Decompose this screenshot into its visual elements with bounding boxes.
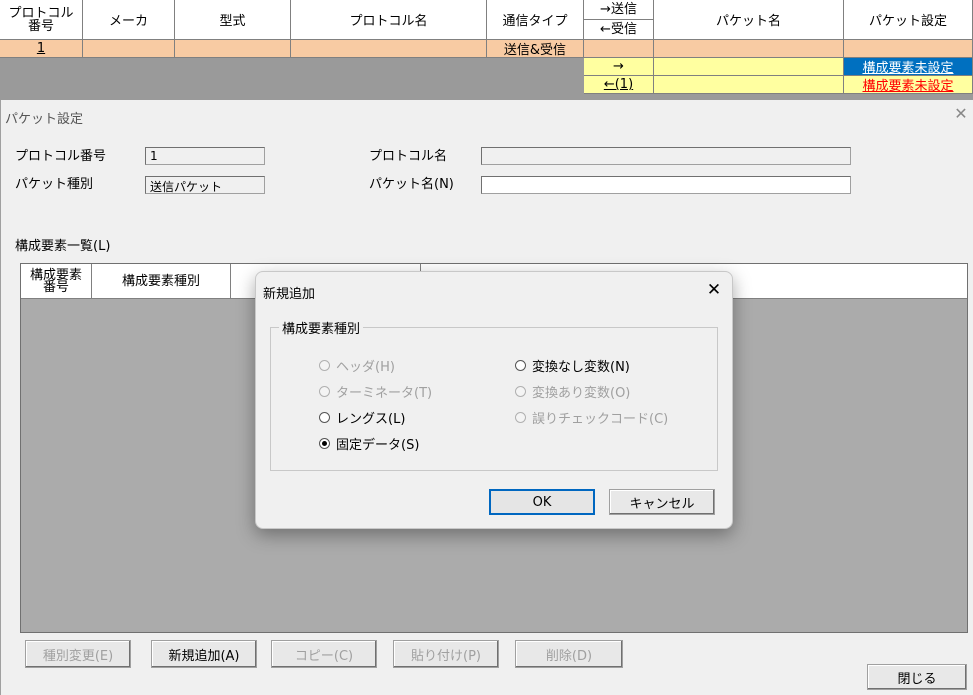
col-element-type[interactable]: 構成要素種別 — [92, 264, 231, 299]
header-protocol-name: プロトコル名 — [291, 0, 487, 40]
header-direction-send: →送信 — [584, 0, 653, 20]
radio-button-icon — [515, 360, 526, 371]
radio-button-selected-icon — [319, 438, 330, 449]
row1-model[interactable] — [175, 40, 291, 58]
radio-fixed-data-label: 固定データ(S) — [336, 438, 420, 453]
radio-var-conv-label: 変換あり変数(O) — [532, 386, 631, 401]
radio-button-icon — [319, 412, 330, 423]
row1-protocol-name[interactable] — [291, 40, 487, 58]
radio-var-no-conv[interactable]: 変換なし変数(N) — [515, 356, 630, 375]
header-model: 型式 — [175, 0, 291, 40]
paste-button[interactable]: 貼り付け(P) — [393, 640, 499, 668]
header-protocol-no: プロトコル 番号 — [0, 0, 83, 40]
header-comm-type: 通信タイプ — [487, 0, 584, 40]
row2-packet-name[interactable] — [654, 58, 844, 76]
element-type-group: 構成要素種別 ヘッダ(H) ターミネータ(T) レングス(L) 固定データ(S)… — [270, 318, 718, 471]
row1-protocol-no[interactable]: 1 — [0, 40, 83, 58]
change-type-button[interactable]: 種別変更(E) — [25, 640, 131, 668]
header-protocol-no-line1: プロトコル — [8, 5, 74, 21]
close-button[interactable]: 閉じる — [867, 664, 967, 690]
row1-packet-setting[interactable] — [844, 40, 973, 58]
radio-header-label: ヘッダ(H) — [336, 360, 395, 375]
row2-direction[interactable]: → — [584, 58, 654, 76]
col-element-no[interactable]: 構成要素 番号 — [21, 264, 92, 299]
cancel-button[interactable]: キャンセル — [609, 489, 715, 515]
radio-button-icon — [319, 360, 330, 371]
radio-header[interactable]: ヘッダ(H) — [319, 356, 395, 375]
radio-button-icon — [515, 386, 526, 397]
radio-var-no-conv-label: 変換なし変数(N) — [532, 360, 630, 375]
packet-name-label: パケット名(N) — [369, 177, 454, 192]
element-list-label: 構成要素一覧(L) — [15, 239, 111, 254]
packet-name-input[interactable] — [481, 176, 851, 194]
header-maker: メーカ — [83, 0, 175, 40]
radio-error-check-label: 誤りチェックコード(C) — [532, 412, 669, 427]
ok-button[interactable]: OK — [489, 489, 595, 515]
header-direction-receive: ←受信 — [600, 22, 637, 37]
row1-maker[interactable] — [83, 40, 175, 58]
radio-button-icon — [515, 412, 526, 423]
radio-length-label: レングス(L) — [336, 412, 406, 427]
col-element-no-line2: 番号 — [42, 279, 69, 295]
protocol-name-label: プロトコル名 — [369, 149, 448, 164]
radio-fixed-data[interactable]: 固定データ(S) — [319, 434, 419, 453]
element-type-group-label: 構成要素種別 — [279, 318, 364, 337]
radio-var-conv[interactable]: 変換あり変数(O) — [515, 382, 630, 401]
packet-type-field: 送信パケット — [145, 176, 265, 194]
protocol-name-field — [481, 147, 851, 165]
radio-terminator-label: ターミネータ(T) — [336, 386, 433, 401]
row1-direction[interactable] — [584, 40, 654, 58]
packet-dialog-title: パケット設定 — [5, 112, 84, 127]
row1-comm-type[interactable]: 送信&受信 — [487, 40, 584, 58]
protocol-no-label: プロトコル番号 — [15, 149, 107, 164]
radio-error-check[interactable]: 誤りチェックコード(C) — [515, 408, 668, 427]
delete-button[interactable]: 削除(D) — [515, 640, 623, 668]
new-item-dialog: 新規追加 ✕ 構成要素種別 ヘッダ(H) ターミネータ(T) レングス(L) 固… — [255, 271, 733, 529]
row3-packet-setting-link[interactable]: 構成要素未設定 — [844, 76, 973, 94]
spreadsheet: プロトコル 番号 メーカ 型式 プロトコル名 通信タイプ →送信 ←受信 パケッ… — [0, 0, 973, 100]
packet-type-label: パケット種別 — [15, 177, 94, 192]
row2-packet-setting-link[interactable]: 構成要素未設定 — [844, 58, 973, 76]
radio-button-icon — [319, 386, 330, 397]
copy-button[interactable]: コピー(C) — [271, 640, 377, 668]
header-packet-name: パケット名 — [654, 0, 844, 40]
radio-terminator[interactable]: ターミネータ(T) — [319, 382, 432, 401]
add-new-button[interactable]: 新規追加(A) — [151, 640, 257, 668]
protocol-no-field: 1 — [145, 147, 265, 165]
row3-packet-name[interactable] — [654, 76, 844, 94]
header-direction: →送信 ←受信 — [584, 0, 654, 40]
row1-packet-name[interactable] — [654, 40, 844, 58]
close-icon[interactable]: ✕ — [953, 104, 969, 124]
header-protocol-no-line2: 番号 — [27, 18, 54, 34]
close-icon[interactable]: ✕ — [704, 280, 724, 300]
radio-length[interactable]: レングス(L) — [319, 408, 405, 427]
row3-direction[interactable]: ←(1) — [584, 76, 654, 94]
header-packet-setting: パケット設定 — [844, 0, 973, 40]
new-item-dialog-title: 新規追加 — [263, 287, 316, 302]
